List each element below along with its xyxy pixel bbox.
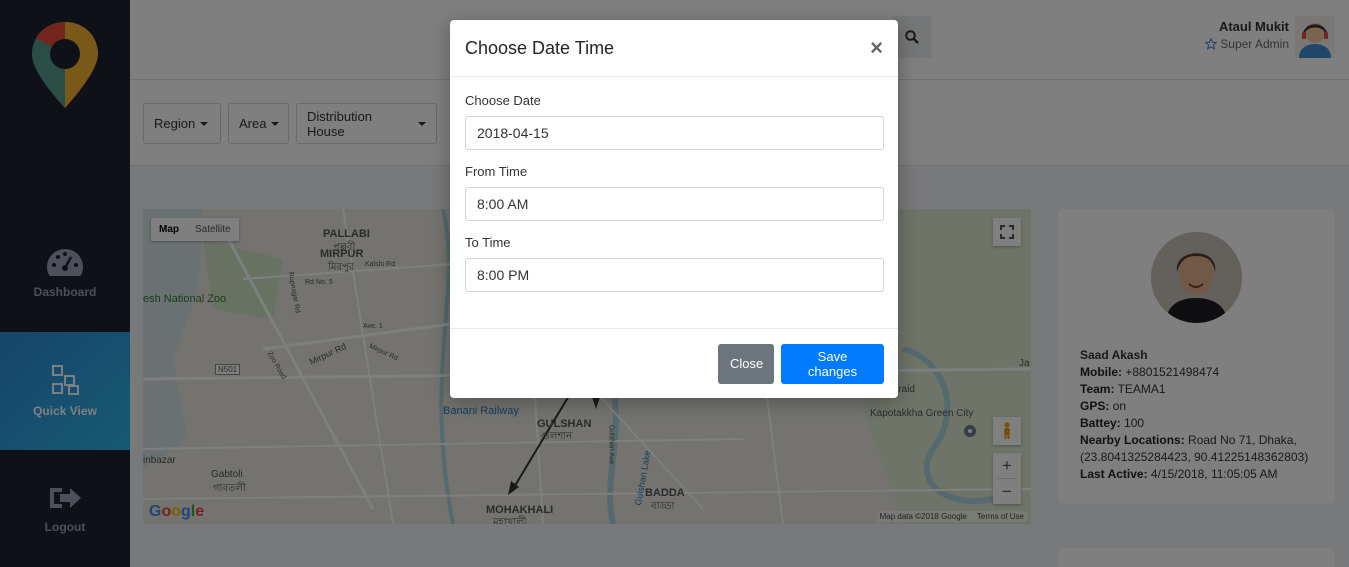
date-group: Choose Date	[465, 93, 884, 150]
date-label: Choose Date	[465, 93, 541, 108]
from-time-input[interactable]	[465, 187, 884, 221]
save-changes-button[interactable]: Save changes	[781, 343, 884, 384]
close-icon[interactable]: ×	[870, 37, 883, 59]
to-time-group: To Time	[465, 235, 884, 292]
modal-footer: Close Save changes	[450, 328, 898, 398]
to-time-input[interactable]	[465, 258, 884, 292]
to-time-label: To Time	[465, 235, 511, 250]
from-time-label: From Time	[465, 164, 528, 179]
from-time-group: From Time	[465, 164, 884, 221]
modal-header: Choose Date Time ×	[450, 20, 898, 77]
modal-body: Choose Date From Time To Time	[450, 77, 898, 292]
modal-title: Choose Date Time	[465, 37, 615, 58]
date-time-modal: Choose Date Time × Choose Date From Time…	[450, 20, 898, 398]
date-input[interactable]	[465, 116, 884, 150]
close-button[interactable]: Close	[718, 343, 774, 384]
